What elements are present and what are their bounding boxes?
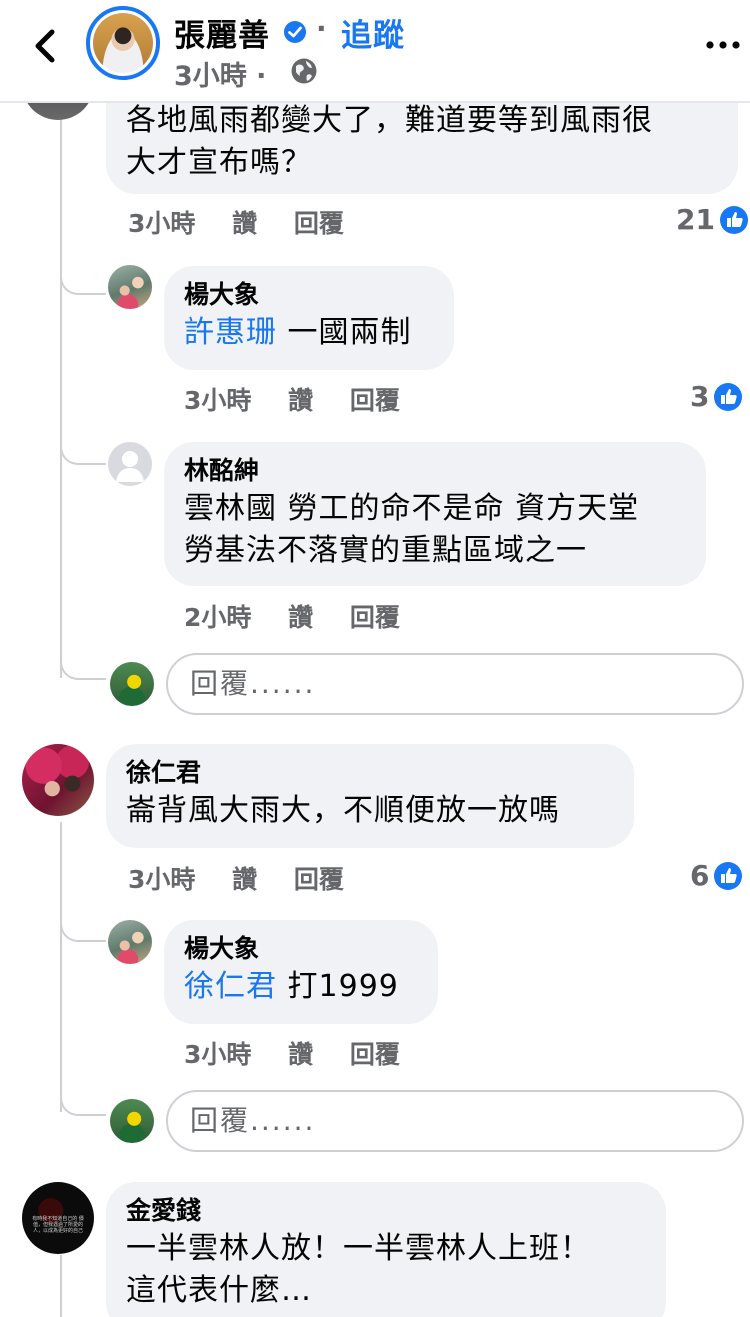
reply-input[interactable]: 回覆...... <box>166 653 744 715</box>
reaction-number: 3 <box>690 380 710 413</box>
reply-link[interactable]: 回覆 <box>350 1040 400 1069</box>
comment-text: 勞基法不落實的重點區域之一 <box>184 533 587 568</box>
more-horizontal-icon[interactable] <box>706 40 740 50</box>
reaction-count[interactable]: 21 <box>676 203 749 236</box>
reply-link[interactable]: 回覆 <box>350 386 400 415</box>
comment-bubble: 徐仁君 崙背風大雨大，不順便放一放嗎 <box>106 744 634 848</box>
separator-dot: · <box>316 12 327 45</box>
comment-bubble: 林酩紳 雲林國 勞工的命不是命 資方天堂 勞基法不落實的重點區域之一 <box>164 442 706 586</box>
thread-elbow <box>60 890 106 942</box>
like-link[interactable]: 讚 <box>288 603 313 632</box>
globe-icon <box>291 58 317 84</box>
comment-text: 雲林國 勞工的命不是命 資方天堂 <box>184 491 640 526</box>
mention-link[interactable]: 許惠珊 <box>184 315 277 350</box>
page-avatar[interactable] <box>86 6 160 80</box>
page-name[interactable]: 張麗善 <box>174 10 270 55</box>
post-header: 張麗善 · 追蹤 3小時 · <box>0 0 750 103</box>
comment-actions: 3小時 讚 回覆 <box>184 1035 428 1071</box>
comment-author[interactable]: 金愛錢 <box>126 1194 646 1228</box>
comment-author[interactable]: 楊大象 <box>184 932 418 966</box>
thread-elbow <box>60 1070 106 1116</box>
like-thumb-icon <box>714 861 743 890</box>
comment-time[interactable]: 3小時 <box>128 209 195 238</box>
like-link[interactable]: 讚 <box>232 209 257 238</box>
comment-time[interactable]: 3小時 <box>184 1040 251 1069</box>
comment-text: 一半雲林人放！一半雲林人上班！ <box>126 1231 591 1266</box>
follow-button[interactable]: 追蹤 <box>341 10 405 55</box>
comment-actions: 2小時 讚 回覆 <box>184 598 428 634</box>
my-avatar <box>110 662 154 706</box>
my-avatar <box>110 1099 154 1143</box>
comment-text: 許惠珊 一國兩制 <box>184 312 434 354</box>
like-link[interactable]: 讚 <box>288 386 313 415</box>
comment-text-body: 一國兩制 <box>277 315 412 350</box>
commenter-avatar[interactable] <box>108 265 152 309</box>
reply-input[interactable]: 回覆...... <box>166 1090 744 1152</box>
verified-badge-icon <box>284 21 306 43</box>
comment-time[interactable]: 2小時 <box>184 603 251 632</box>
reply-link[interactable]: 回覆 <box>294 209 344 238</box>
comment-text: 大才宣布嗎？ <box>126 145 312 180</box>
like-thumb-icon <box>719 205 748 234</box>
mention-link[interactable]: 徐仁君 <box>184 969 277 1004</box>
comment-text: 各地風雨都變大了，難道要等到風雨很 <box>126 103 653 138</box>
reply-link[interactable]: 回覆 <box>350 603 400 632</box>
comment-author[interactable]: 楊大象 <box>184 278 434 312</box>
comment-bubble: 金愛錢 一半雲林人放！一半雲林人上班！ 這代表什麼… <box>106 1182 666 1317</box>
reaction-number: 21 <box>676 203 715 236</box>
commenter-avatar[interactable] <box>108 920 152 964</box>
reply-link[interactable]: 回覆 <box>294 865 344 894</box>
commenter-avatar[interactable] <box>22 744 94 816</box>
reaction-count[interactable]: 3 <box>690 380 743 413</box>
comment-text: 崙背風大雨大，不順便放一放嗎 <box>126 793 560 828</box>
comment-author[interactable]: 徐仁君 <box>126 756 614 790</box>
comment-time[interactable]: 3小時 <box>128 865 195 894</box>
thread-elbow <box>60 400 106 465</box>
reaction-count[interactable]: 6 <box>690 859 743 892</box>
commenter-avatar[interactable]: 有時我不知道自己的 價值，但我遇過了所愛的 人，以成為更好的自己 <box>22 1182 94 1254</box>
like-link[interactable]: 讚 <box>232 865 257 894</box>
default-avatar-icon[interactable] <box>108 442 152 486</box>
thread-elbow <box>60 240 106 295</box>
like-thumb-icon <box>714 382 743 411</box>
comment-time[interactable]: 3小時 <box>184 386 251 415</box>
comment-actions: 3小時 讚 回覆 <box>128 204 372 240</box>
like-link[interactable]: 讚 <box>288 1040 313 1069</box>
comment-bubble: 楊大象 徐仁君 打1999 <box>164 920 438 1024</box>
comment-text: 這代表什麼… <box>126 1273 312 1308</box>
thread-line <box>60 1255 62 1317</box>
comment-bubble: 楊大象 許惠珊 一國兩制 <box>164 266 454 370</box>
thread-line <box>60 103 62 678</box>
post-timestamp[interactable]: 3小時 · <box>174 54 266 93</box>
comment-actions: 3小時 讚 回覆 <box>184 381 428 417</box>
comment-author[interactable]: 林酩紳 <box>184 454 686 488</box>
comment-text: 徐仁君 打1999 <box>184 966 418 1008</box>
thread-line <box>60 822 62 1112</box>
comment-actions: 3小時 讚 回覆 <box>128 860 372 896</box>
avatar-caption: 有時我不知道自己的 價值，但我遇過了所愛的 人，以成為更好的自己 <box>32 1216 84 1234</box>
chevron-left-icon[interactable] <box>28 24 62 68</box>
comment-text-body: 打1999 <box>277 969 399 1004</box>
thread-elbow <box>60 620 106 680</box>
reaction-number: 6 <box>690 859 710 892</box>
